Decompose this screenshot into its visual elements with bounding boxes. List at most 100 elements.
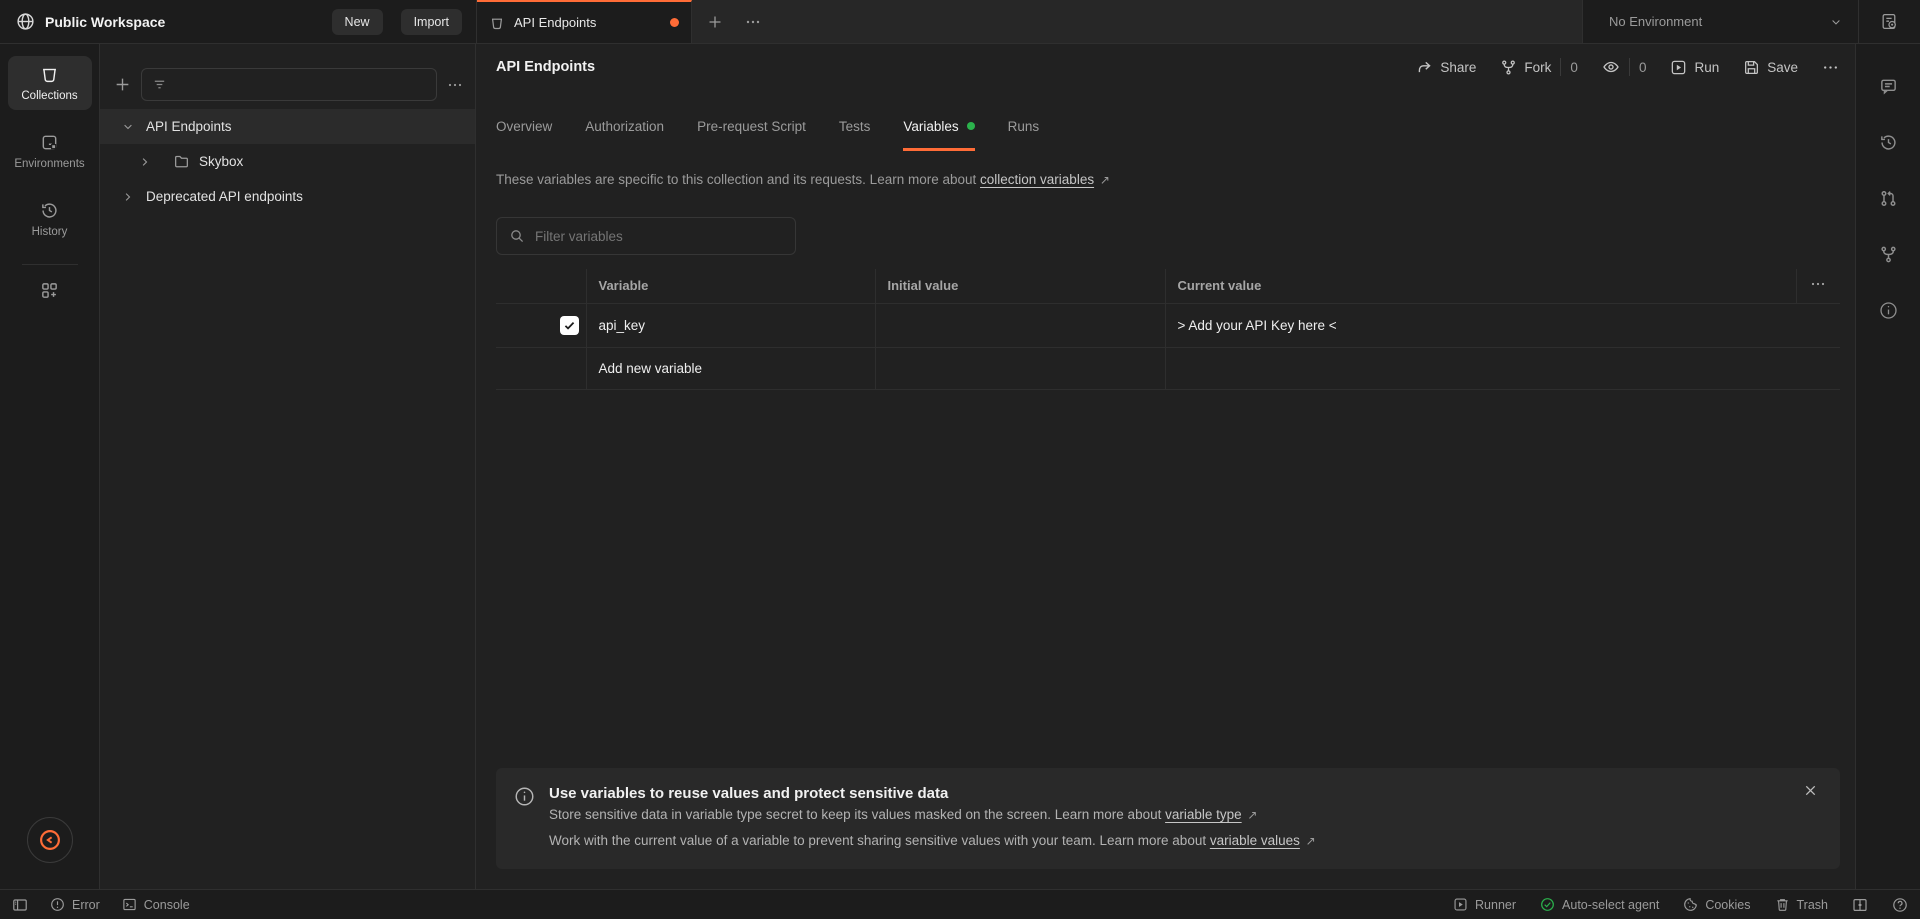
save-button[interactable]: Save	[1743, 59, 1798, 76]
close-icon[interactable]	[1803, 783, 1818, 798]
col-variable: Variable	[586, 269, 875, 303]
rail-item-environments[interactable]: Environments	[8, 124, 92, 178]
share-icon	[1416, 59, 1433, 76]
add-variable-input[interactable]: Add new variable	[586, 347, 875, 389]
runner-button[interactable]: Runner	[1453, 897, 1516, 912]
cookies-button[interactable]: Cookies	[1683, 897, 1750, 912]
collection-tree: API Endpoints Skybox	[100, 109, 475, 214]
variable-name-cell[interactable]: api_key	[586, 303, 875, 347]
globe-icon	[16, 12, 35, 31]
auto-select-agent-button[interactable]: Auto-select agent	[1540, 897, 1659, 912]
eye-icon[interactable]	[1602, 58, 1620, 76]
check-circle-icon	[1540, 897, 1555, 912]
history-icon	[40, 201, 59, 220]
fork-count[interactable]: 0	[1570, 60, 1578, 75]
variables-info-banner: Use variables to reuse values and protec…	[496, 768, 1840, 869]
app-body: Collections Environments History	[0, 44, 1920, 889]
toggle-sidebar-icon[interactable]	[12, 897, 28, 913]
new-button[interactable]: New	[332, 9, 383, 35]
sidebar-controls	[100, 44, 475, 107]
collection-more-icon[interactable]	[1822, 59, 1839, 76]
tab-pre-request-script[interactable]: Pre-request Script	[697, 104, 806, 151]
split-panel-icon[interactable]	[1852, 897, 1868, 913]
filter-variables-input[interactable]: Filter variables	[496, 217, 796, 255]
tab-strip: API Endpoints	[476, 0, 1582, 43]
variables-content: These variables are specific to this col…	[476, 151, 1855, 889]
collections-sidebar: API Endpoints Skybox	[100, 44, 476, 889]
collection-variables-link[interactable]: collection variables	[980, 172, 1094, 187]
tree-item-api-endpoints[interactable]: API Endpoints	[100, 109, 475, 144]
postbot-button[interactable]	[27, 817, 73, 863]
comments-icon[interactable]	[1879, 77, 1898, 96]
add-variable-row: Add new variable	[496, 347, 1840, 389]
run-button[interactable]: Run	[1670, 59, 1719, 76]
tree-item-label: Deprecated API endpoints	[146, 189, 303, 204]
rail-item-history[interactable]: History	[8, 192, 92, 246]
chevron-right-icon[interactable]	[122, 191, 134, 203]
chevron-down-icon[interactable]	[122, 121, 134, 133]
cookie-icon	[1683, 897, 1698, 912]
configure-sidebar-icon[interactable]	[40, 281, 59, 300]
rail-item-label: Environments	[14, 158, 84, 170]
top-bar: Public Workspace New Import API Endpoint…	[0, 0, 1920, 44]
changelog-icon[interactable]	[1879, 133, 1898, 152]
initial-value-cell-empty[interactable]	[875, 347, 1165, 389]
tab-api-endpoints[interactable]: API Endpoints	[477, 0, 692, 43]
variable-checkbox[interactable]	[560, 316, 579, 335]
workspace-name[interactable]: Public Workspace	[45, 14, 165, 30]
tab-options-icon[interactable]	[738, 0, 768, 43]
initial-value-cell[interactable]	[875, 303, 1165, 347]
tab-overview[interactable]: Overview	[496, 104, 552, 151]
environment-selector[interactable]: No Environment	[1583, 0, 1858, 43]
tab-variables[interactable]: Variables	[903, 104, 974, 151]
add-collection-icon[interactable]	[114, 76, 131, 93]
unsaved-changes-dot	[670, 18, 679, 27]
tab-authorization[interactable]: Authorization	[585, 104, 664, 151]
tree-item-deprecated[interactable]: Deprecated API endpoints	[100, 179, 475, 214]
divider	[1560, 58, 1561, 76]
sidebar-search-input[interactable]	[141, 68, 437, 101]
current-value-cell-empty[interactable]	[1165, 347, 1840, 389]
new-tab-button[interactable]	[700, 0, 730, 43]
rail-item-collections[interactable]: Collections	[8, 56, 92, 110]
activity-rail: Collections Environments History	[0, 44, 100, 889]
save-label: Save	[1767, 60, 1798, 75]
tab-runs[interactable]: Runs	[1008, 104, 1040, 151]
variable-row: api_key > Add your API Key here <	[496, 303, 1840, 347]
variable-values-link[interactable]: variable values	[1210, 833, 1300, 848]
current-value-cell[interactable]: > Add your API Key here <	[1165, 303, 1840, 347]
banner-body: Use variables to reuse values and protec…	[549, 785, 1316, 854]
page-title: API Endpoints	[496, 59, 595, 75]
error-status[interactable]: Error	[50, 897, 100, 912]
chevron-right-icon[interactable]	[139, 156, 151, 168]
fork-button[interactable]: Fork	[1500, 59, 1551, 76]
environment-area: No Environment	[1582, 0, 1920, 43]
sidebar-more-icon[interactable]	[447, 77, 463, 93]
external-link-icon: ↗	[1306, 834, 1316, 848]
fork-label: Fork	[1524, 60, 1551, 75]
tree-item-skybox[interactable]: Skybox	[100, 144, 475, 179]
fork-rail-icon[interactable]	[1879, 245, 1898, 264]
main-panel: API Endpoints Share	[476, 44, 1855, 889]
checkbox-cell	[496, 303, 586, 347]
info-rail-icon[interactable]	[1879, 301, 1898, 320]
collection-icon	[489, 15, 505, 31]
pull-request-icon[interactable]	[1879, 189, 1898, 208]
watch-count[interactable]: 0	[1639, 60, 1647, 75]
save-icon	[1743, 59, 1760, 76]
console-label: Console	[144, 898, 190, 912]
share-button[interactable]: Share	[1416, 59, 1476, 76]
console-button[interactable]: Console	[122, 897, 190, 912]
divider	[1629, 58, 1630, 76]
trash-button[interactable]: Trash	[1775, 897, 1829, 912]
rail-item-label: History	[32, 226, 68, 238]
col-checkbox	[496, 269, 586, 303]
environment-quick-look-icon[interactable]	[1858, 0, 1920, 43]
runner-icon	[1453, 897, 1468, 912]
help-icon[interactable]	[1892, 897, 1908, 913]
table-more-icon[interactable]	[1796, 269, 1840, 303]
tab-tests[interactable]: Tests	[839, 104, 871, 151]
folder-icon	[173, 153, 190, 170]
variable-type-link[interactable]: variable type	[1165, 807, 1242, 822]
import-button[interactable]: Import	[401, 9, 462, 35]
